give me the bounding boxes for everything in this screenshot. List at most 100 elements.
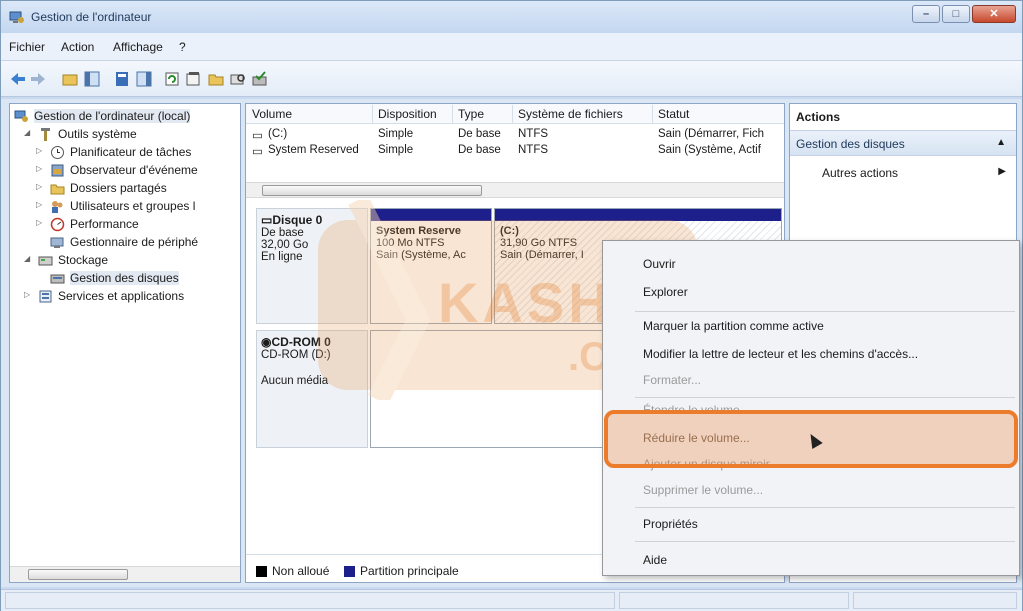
menu-item-explore[interactable]: Explorer — [643, 285, 688, 299]
tree-item-system-tools[interactable]: ◢ Outils système — [24, 126, 238, 144]
folder-up-icon[interactable] — [61, 70, 79, 88]
tree-item-performance[interactable]: ▷ Performance — [36, 216, 238, 234]
expand-icon[interactable]: ▷ — [24, 290, 34, 299]
column-header-filesystem[interactable]: Système de fichiers — [518, 107, 623, 121]
column-header-type[interactable]: Type — [458, 107, 484, 121]
tree-item-shared-folders[interactable]: ▷ Dossiers partagés — [36, 180, 238, 198]
drive-icon: ▭ — [252, 130, 263, 142]
actions-section-disk-management[interactable]: Gestion des disques ▲ — [790, 130, 1016, 156]
cdrom-drive: CD-ROM (D:) — [261, 349, 331, 361]
toolbar — [1, 61, 1022, 97]
volume-filesystem: NTFS — [518, 128, 549, 140]
tree-horizontal-scrollbar[interactable] — [10, 566, 240, 582]
column-header-layout[interactable]: Disposition — [378, 107, 437, 121]
tree-label: Observateur d'événeme — [70, 163, 198, 177]
volume-type: De base — [458, 128, 501, 140]
navigation-tree: Gestion de l'ordinateur (local) ◢ Outils… — [9, 103, 241, 583]
expand-icon[interactable]: ▷ — [36, 146, 46, 155]
tree-label: Dossiers partagés — [70, 181, 167, 195]
disk-icon: ▭ — [261, 213, 273, 227]
volume-name: System Reserved — [268, 144, 359, 156]
properties-icon[interactable] — [185, 70, 203, 88]
menu-action[interactable]: Action — [61, 40, 94, 54]
tree-label: Stockage — [58, 253, 109, 267]
tree-item-services-apps[interactable]: ▷ Services et applications — [24, 288, 238, 306]
help-book-icon[interactable] — [113, 70, 131, 88]
menu-fichier[interactable]: Fichier — [9, 40, 45, 54]
services-icon — [39, 290, 52, 303]
back-arrow-icon[interactable] — [9, 70, 27, 88]
expand-icon[interactable]: ▷ — [36, 164, 46, 173]
partition-bar — [495, 209, 781, 221]
menu-item-mark-active[interactable]: Marquer la partition comme active — [643, 319, 824, 333]
expand-icon[interactable]: ▷ — [36, 182, 46, 191]
menu-item-change-drive-letter[interactable]: Modifier la lettre de lecteur et les che… — [643, 347, 918, 361]
storage-icon — [38, 256, 53, 266]
status-bar — [1, 589, 1022, 611]
forward-arrow-icon[interactable] — [29, 70, 47, 88]
event-viewer-icon — [51, 164, 64, 177]
volume-status: Sain (Démarrer, Fich — [658, 128, 765, 140]
computer-management-icon — [14, 110, 28, 122]
show-hide-tree-icon[interactable] — [83, 70, 101, 88]
volume-list-header: Volume Disposition Type Système de fichi… — [246, 104, 784, 124]
close-button[interactable]: ✕ — [972, 5, 1016, 23]
menu-affichage[interactable]: Affichage — [113, 40, 163, 54]
status-segment — [5, 592, 615, 609]
open-folder-icon[interactable] — [207, 70, 225, 88]
collapse-icon[interactable]: ◢ — [24, 128, 34, 137]
scrollbar-thumb[interactable] — [262, 185, 482, 196]
window-title: Gestion de l'ordinateur — [31, 10, 152, 24]
column-header-status[interactable]: Statut — [658, 107, 689, 121]
actions-section-label: Gestion des disques — [796, 137, 905, 151]
refresh-icon[interactable] — [163, 70, 181, 88]
disk-0-status: En ligne — [261, 251, 303, 263]
tree-item-computer-management[interactable]: Gestion de l'ordinateur (local) — [12, 108, 238, 126]
tree-label: Gestion des disques — [70, 271, 179, 285]
volume-list-horizontal-scrollbar[interactable] — [246, 182, 784, 198]
menu-item-open[interactable]: Ouvrir — [643, 257, 676, 271]
menu-help[interactable]: ? — [179, 40, 186, 54]
legend-primary: Partition principale — [360, 564, 459, 578]
volume-row[interactable]: ▭ System Reserved Simple De base NTFS Sa… — [246, 144, 784, 160]
submenu-arrow-icon: ▶ — [998, 166, 1006, 177]
more-actions-item[interactable]: Autres actions — [822, 166, 898, 180]
maximize-button[interactable]: □ — [942, 5, 970, 23]
tree-item-device-manager[interactable]: Gestionnaire de périphé — [36, 234, 238, 252]
volume-row[interactable]: ▭ (C:) Simple De base NTFS Sain (Démarre… — [246, 128, 784, 144]
column-header-volume[interactable]: Volume — [252, 107, 292, 121]
disk-management-icon — [50, 274, 65, 284]
title-bar[interactable]: Gestion de l'ordinateur – □ ✕ — [1, 1, 1022, 33]
context-menu: Ouvrir Explorer Marquer la partition com… — [602, 240, 1020, 576]
volume-filesystem: NTFS — [518, 144, 549, 156]
tree-item-event-viewer[interactable]: ▷ Observateur d'événeme — [36, 162, 238, 180]
expand-icon[interactable]: ▷ — [36, 200, 46, 209]
disk-0-info[interactable]: ▭Disque 0 De base 32,00 Go En ligne — [256, 208, 368, 324]
tree-label: Outils système — [58, 127, 137, 141]
menu-item-help[interactable]: Aide — [643, 553, 667, 567]
volume-status: Sain (Système, Actif — [658, 144, 761, 156]
show-hide-actions-icon[interactable] — [135, 70, 153, 88]
search-disk-icon[interactable] — [229, 70, 247, 88]
scrollbar-thumb[interactable] — [28, 569, 128, 580]
tree-label: Planificateur de tâches — [70, 145, 192, 159]
tree-item-disk-management[interactable]: Gestion des disques — [36, 270, 238, 288]
volume-layout: Simple — [378, 128, 414, 140]
partition-system-reserved[interactable]: System Reserve 100 Mo NTFS Sain (Système… — [370, 208, 492, 324]
partition-bar — [371, 209, 491, 221]
tree-item-storage[interactable]: ◢ Stockage — [24, 252, 238, 270]
tree-label: Gestion de l'ordinateur (local) — [34, 109, 191, 123]
collapse-icon[interactable]: ◢ — [24, 254, 34, 263]
tree-item-users-groups[interactable]: ▷ Utilisateurs et groupes l — [36, 198, 238, 216]
menu-item-properties[interactable]: Propriétés — [643, 517, 698, 531]
shared-folder-icon — [50, 184, 65, 195]
disk-0-size: 32,00 Go — [261, 239, 309, 251]
collapse-up-icon[interactable]: ▲ — [996, 137, 1006, 148]
expand-icon[interactable]: ▷ — [36, 218, 46, 227]
check-disk-icon[interactable] — [251, 70, 269, 88]
cdrom-0-info[interactable]: ◉CD-ROM 0 CD-ROM (D:) Aucun média — [256, 330, 368, 448]
menu-bar: Fichier Action Affichage ? — [1, 33, 1022, 61]
tree-label: Utilisateurs et groupes l — [70, 199, 196, 213]
minimize-button[interactable]: – — [912, 5, 940, 23]
tree-item-task-scheduler[interactable]: ▷ Planificateur de tâches — [36, 144, 238, 162]
